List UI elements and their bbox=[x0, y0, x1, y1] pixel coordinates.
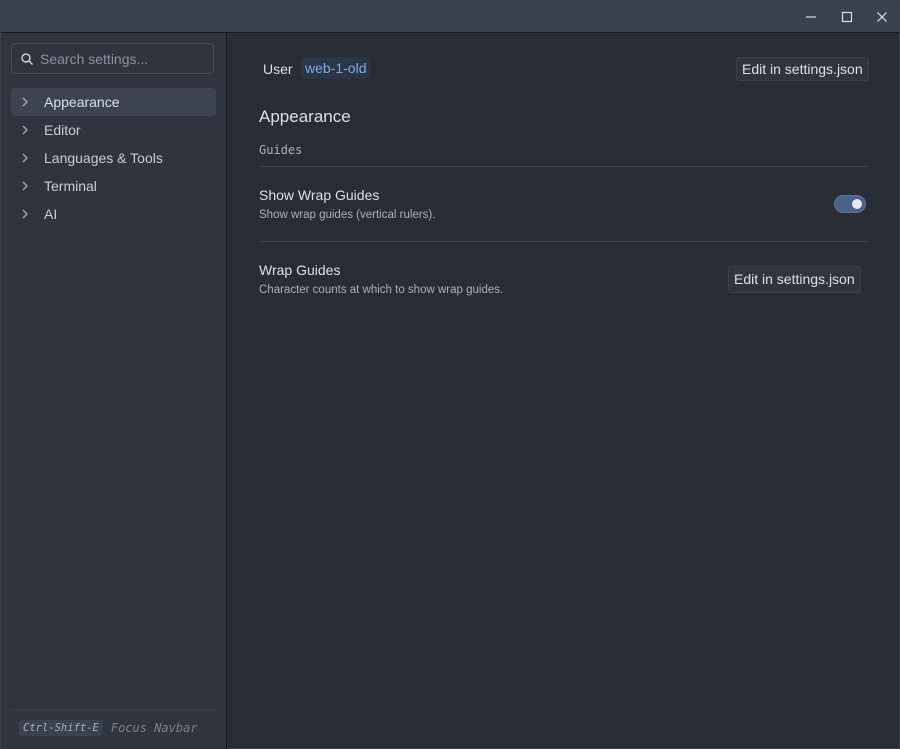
setting-title: Show Wrap Guides bbox=[259, 187, 380, 203]
chevron-right-icon bbox=[22, 125, 28, 135]
chevron-right-icon bbox=[22, 209, 28, 219]
section-title: Appearance bbox=[259, 107, 351, 126]
settings-content: User web-1-old Edit in settings.json App… bbox=[227, 33, 899, 749]
footer-hint: Focus Navbar bbox=[110, 721, 198, 735]
nav-item-ai[interactable]: AI bbox=[11, 200, 216, 228]
group-label: Guides bbox=[259, 143, 303, 157]
sidebar-footer: Ctrl-Shift-E Focus Navbar bbox=[11, 709, 216, 746]
divider bbox=[259, 241, 869, 242]
close-icon[interactable] bbox=[864, 1, 900, 32]
settings-window: Appearance Editor Languages & Tools Term… bbox=[0, 0, 900, 749]
show-wrap-guides-toggle[interactable] bbox=[834, 195, 866, 213]
nav-item-languages-tools[interactable]: Languages & Tools bbox=[11, 144, 216, 172]
chevron-right-icon bbox=[22, 153, 28, 163]
divider bbox=[259, 166, 869, 167]
chevron-right-icon bbox=[22, 97, 28, 107]
scope-bar: User web-1-old Edit in settings.json bbox=[259, 57, 869, 81]
setting-description: Show wrap guides (vertical rulers). bbox=[259, 209, 436, 221]
chevron-right-icon bbox=[22, 181, 28, 191]
minimize-icon[interactable] bbox=[793, 1, 829, 32]
wrap-guides-edit-button[interactable]: Edit in settings.json bbox=[728, 266, 861, 293]
scope-project-tab[interactable]: web-1-old bbox=[301, 57, 371, 79]
settings-sidebar: Appearance Editor Languages & Tools Term… bbox=[1, 33, 227, 749]
nav-item-label: AI bbox=[44, 206, 58, 222]
title-bar bbox=[1, 1, 899, 33]
nav-item-appearance[interactable]: Appearance bbox=[11, 88, 216, 116]
nav-item-label: Appearance bbox=[44, 94, 120, 110]
keyboard-shortcut: Ctrl-Shift-E bbox=[19, 720, 103, 736]
nav-item-editor[interactable]: Editor bbox=[11, 116, 216, 144]
search-box[interactable] bbox=[11, 43, 214, 74]
nav-item-label: Editor bbox=[44, 122, 81, 138]
edit-settings-json-button[interactable]: Edit in settings.json bbox=[736, 57, 869, 81]
nav-item-label: Languages & Tools bbox=[44, 150, 163, 166]
search-icon bbox=[21, 52, 34, 65]
scope-user-tab[interactable]: User bbox=[263, 61, 293, 77]
setting-description: Character counts at which to show wrap g… bbox=[259, 284, 504, 296]
nav-item-label: Terminal bbox=[44, 178, 97, 194]
setting-title: Wrap Guides bbox=[259, 262, 341, 278]
maximize-icon[interactable] bbox=[829, 1, 865, 32]
settings-nav: Appearance Editor Languages & Tools Term… bbox=[11, 88, 216, 228]
search-input[interactable] bbox=[40, 50, 210, 67]
nav-item-terminal[interactable]: Terminal bbox=[11, 172, 216, 200]
toggle-knob bbox=[852, 199, 862, 209]
